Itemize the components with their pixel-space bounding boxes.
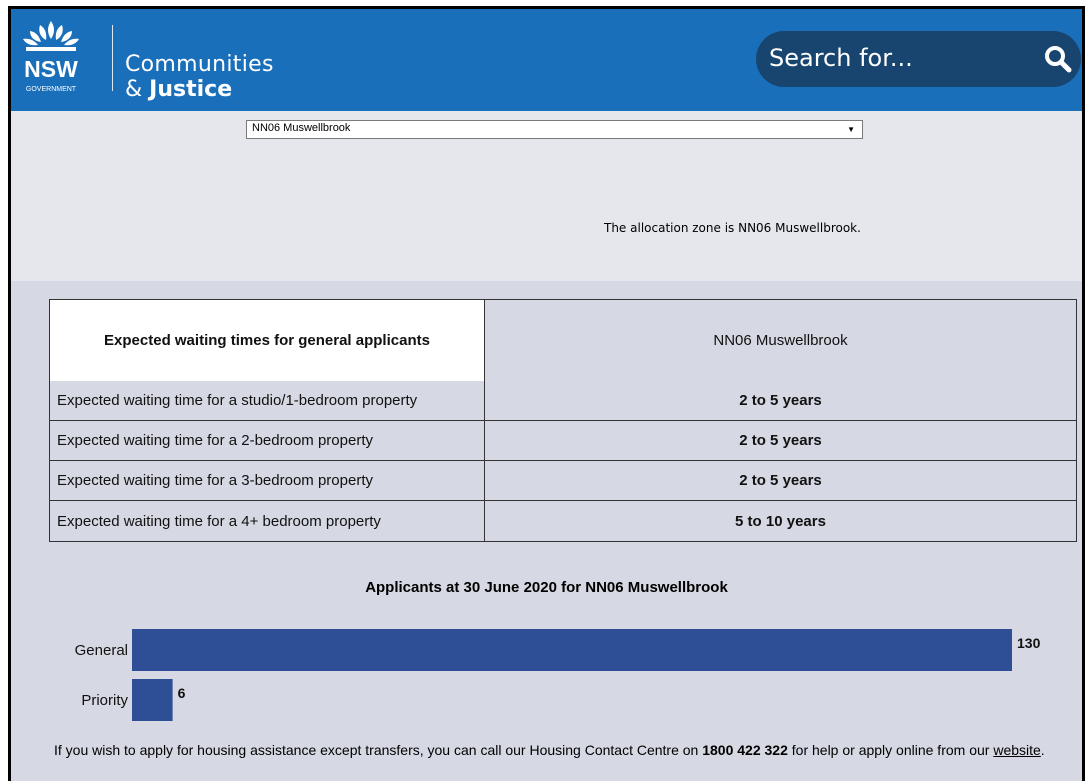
chart-value-label: 130 [1017, 635, 1041, 651]
table-header-label: Expected waiting times for general appli… [49, 299, 484, 381]
page-frame: NSW GOVERNMENT Communities & Justice Sea… [8, 6, 1085, 781]
contact-phone: 1800 422 322 [702, 742, 788, 758]
footer-text-middle: for help or apply online from our [791, 742, 990, 758]
logo-text: NSW [24, 56, 78, 82]
table-row-label: Expected waiting time for a 3-bedroom pr… [49, 461, 484, 501]
applicants-bar-chart: General 130 Priority 6 [75, 629, 1041, 721]
brand-ampersand: & [125, 77, 143, 102]
brand-name-line2: & Justice [125, 77, 232, 102]
chart-title: Applicants at 30 June 2020 for NN06 Musw… [365, 579, 728, 596]
table-header-row: Expected waiting times for general appli… [49, 299, 1077, 381]
search-box[interactable]: Search for... [756, 31, 1081, 87]
chart-value-label: 6 [178, 685, 186, 701]
table-row-label: Expected waiting time for a 2-bedroom pr… [49, 421, 484, 461]
table-row-label: Expected waiting time for a 4+ bedroom p… [49, 501, 484, 542]
chart-category-label: Priority [81, 692, 128, 709]
nsw-government-logo[interactable]: NSW GOVERNMENT [20, 19, 82, 101]
allocation-zone-selected: NN06 Muswellbrook [252, 122, 351, 134]
table-row: Expected waiting time for a 2-bedroom pr… [49, 421, 1077, 461]
website-link[interactable]: website [993, 742, 1040, 758]
chart-category-label: General [75, 642, 128, 659]
logo-divider [112, 25, 113, 91]
chart-bar [132, 679, 173, 721]
zone-selector-area: NN06 Muswellbrook ▼ The allocation zone … [11, 111, 1082, 281]
footer-text: If you wish to apply for housing assista… [54, 742, 1074, 759]
footer-text-before: If you wish to apply for housing assista… [54, 742, 699, 758]
table-row-value: 5 to 10 years [484, 501, 1077, 542]
footer-text-end: . [1040, 742, 1045, 758]
table-row: Expected waiting time for a 4+ bedroom p… [49, 501, 1077, 542]
table-row: Expected waiting time for a studio/1-bed… [49, 381, 1077, 421]
search-icon[interactable] [1043, 44, 1073, 74]
dropdown-arrow-icon[interactable]: ▼ [847, 125, 855, 134]
brand-justice: Justice [149, 77, 233, 102]
allocation-zone-select[interactable]: NN06 Muswellbrook ▼ [246, 120, 863, 139]
table-row-value: 2 to 5 years [484, 421, 1077, 461]
table-row-value: 2 to 5 years [484, 381, 1077, 421]
search-input[interactable]: Search for... [769, 44, 913, 72]
logo-subtext: GOVERNMENT [26, 86, 77, 93]
brand-name-line1: Communities [125, 52, 274, 77]
allocation-zone-text: The allocation zone is NN06 Muswellbrook… [604, 221, 861, 235]
table-header-zone: NN06 Muswellbrook [484, 299, 1077, 381]
table-row-value: 2 to 5 years [484, 461, 1077, 501]
site-header: NSW GOVERNMENT Communities & Justice Sea… [11, 9, 1082, 111]
chart-bar [132, 629, 1012, 671]
table-row: Expected waiting time for a 3-bedroom pr… [49, 461, 1077, 501]
table-row-label: Expected waiting time for a studio/1-bed… [49, 381, 484, 421]
